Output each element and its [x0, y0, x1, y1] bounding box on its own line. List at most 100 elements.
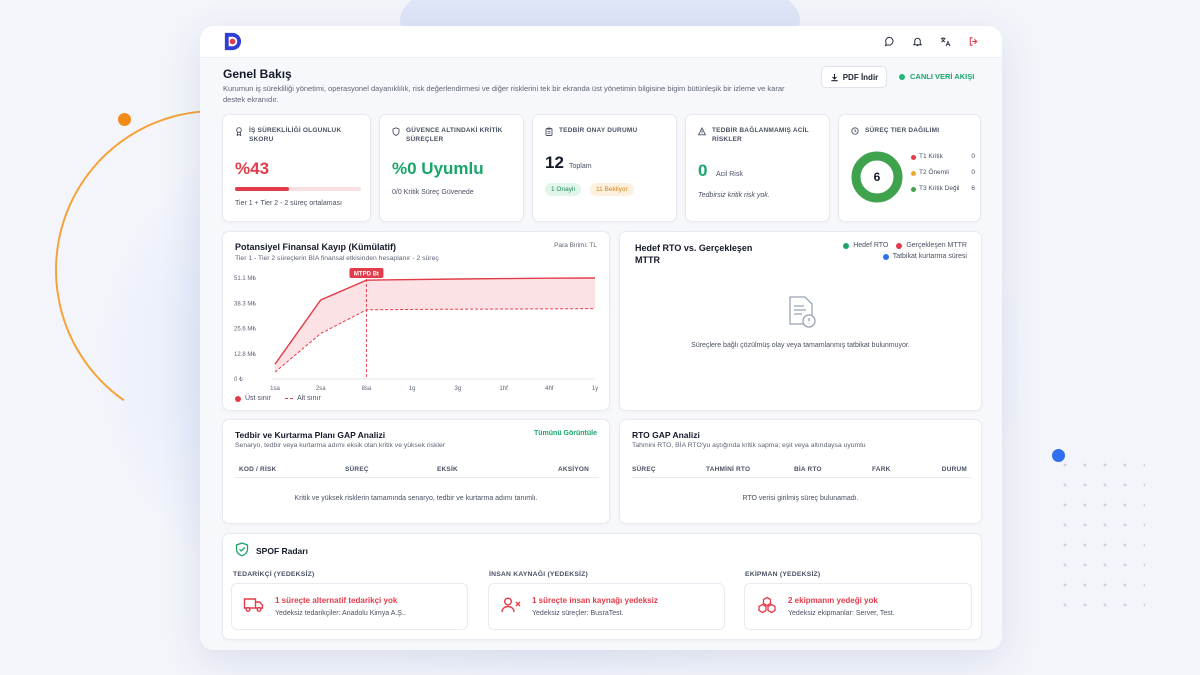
y-tick-label: 38.3 M₺ — [234, 300, 256, 307]
tier-donut-chart: 6 — [851, 151, 903, 203]
chat-icon[interactable] — [882, 34, 896, 48]
spof-equipment-headline: 2 ekipmanın yedeği yok — [788, 596, 878, 605]
rto-col-process: SÜREÇ — [632, 466, 656, 473]
kpi-tier-card[interactable]: SÜREÇ TIER DAĞILIMI 6 T1 Kritik 0 T2 Öne… — [838, 114, 981, 222]
kpi-unlinked-count-label: Acil Risk — [716, 171, 743, 178]
boxes-icon — [758, 596, 776, 614]
x-tick-label: 1sa — [270, 386, 280, 392]
waiting-badge: 11 Bekliyor — [590, 183, 634, 196]
kpi-approval-title: TEDBİR ONAY DURUMU — [559, 127, 638, 134]
gap-col-code: KOD / RİSK — [239, 466, 277, 473]
gap-table-empty-text: Kritik ve yüksek risklerin tamamında sen… — [294, 495, 538, 502]
rto-mttr-legend: Hedef RTO Gerçekleşen MTTR Tatbikat kurt… — [807, 242, 967, 264]
kpi-assurance-value: %0 Uyumlu — [392, 159, 484, 178]
kpi-unlinked-note: Tedbirsiz kritik risk yok. — [698, 192, 770, 199]
decor-dot-grid — [1055, 455, 1145, 620]
kpi-continuity-card[interactable]: İŞ SÜREKLİLİĞİ OLGUNLUK SKORU %43 Tier 1… — [222, 114, 371, 222]
gap-analysis-card: Tedbir ve Kurtarma Planı GAP Analizi Sen… — [222, 419, 610, 524]
legend-lower-label: Alt sınır — [297, 395, 321, 402]
user-x-icon — [501, 597, 521, 613]
finance-band-area — [275, 278, 595, 373]
spof-equipment-label: EKİPMAN (YEDEKSİZ) — [745, 571, 821, 578]
gap-table-header: KOD / RİSK SÜREÇ EKSİK AKSİYON — [235, 466, 599, 478]
kpi-assurance-note: 0/0 Kritik Süreç Güvenede — [392, 189, 474, 196]
shield-icon — [392, 127, 400, 136]
live-data-label: CANLI VERİ AKIŞI — [910, 72, 975, 81]
x-tick-label: 1hf — [499, 386, 508, 392]
y-tick-label: 25.6 M₺ — [234, 326, 256, 333]
legend-mttr-dot-icon — [896, 242, 903, 249]
rto-col-status: DURUM — [941, 466, 967, 473]
dashboard-window: Genel Bakış Kurumun iş sürekliliği yönet… — [200, 26, 1002, 650]
rto-col-bia: BİA RTO — [794, 466, 822, 473]
tier-legend-t1: T1 Kritik 0 — [911, 153, 975, 161]
x-tick-label: 1y — [592, 386, 598, 392]
rto-gap-card: RTO GAP Analizi Tahmini RTO, BİA RTO'yu … — [619, 419, 982, 524]
mtpd-marker-label: MTPD Bt — [354, 271, 379, 277]
tier-legend-t3: T3 Kritik Değil 6 — [911, 185, 975, 193]
rto-table-header: SÜREÇ TAHMİNİ RTO BİA RTO FARK DURUM — [632, 466, 971, 478]
top-bar — [200, 26, 1002, 58]
x-tick-label: 8sa — [362, 386, 372, 392]
legend-lower-dash-icon — [285, 398, 294, 399]
x-tick-label: 2sa — [316, 386, 326, 392]
x-tick-label: 3g — [455, 386, 462, 392]
rto-mttr-card: Hedef RTO vs. Gerçekleşen MTTR Hedef RTO… — [619, 231, 982, 411]
spof-hr-detail: Yedeksiz süreçler: BusraTest. — [532, 610, 624, 617]
spof-hr-headline: 1 süreçte insan kaynağı yedeksiz — [532, 596, 658, 605]
live-data-indicator: CANLI VERİ AKIŞI — [899, 72, 974, 81]
spof-equipment-box[interactable]: 2 ekipmanın yedeği yok Yedeksiz ekipmanl… — [744, 583, 972, 630]
rto-gap-title: RTO GAP Analizi — [632, 430, 700, 440]
legend-upper-label: Üst sınır — [245, 395, 272, 402]
kpi-continuity-progress — [235, 187, 361, 191]
app-logo[interactable] — [222, 31, 243, 52]
gap-col-action: AKSİYON — [557, 466, 589, 473]
live-dot-icon — [899, 73, 905, 80]
kpi-unlinked-count: 0 — [698, 161, 708, 180]
gap-col-missing: EKSİK — [437, 466, 458, 473]
clock-icon — [851, 127, 859, 135]
pdf-download-label: PDF İndir — [842, 72, 879, 82]
pdf-download-button[interactable]: PDF İndir — [821, 66, 887, 88]
legend-upper-dot-icon — [235, 395, 241, 402]
view-all-link[interactable]: Tümünü Görüntüle — [534, 430, 597, 437]
page-subtitle: Kurumun iş sürekliliği yönetimi, operasy… — [223, 84, 785, 104]
finance-area-chart: MTPD Bt 0 ₺ 12.8 M₺ 25.6 M₺ 38.3 M₺ 51.1 M₺ 1s… — [234, 268, 598, 392]
spof-supplier-box[interactable]: 1 süreçte alternatif tedarikçi yok Yedek… — [231, 583, 468, 630]
approved-badge: 1 Onaylı — [545, 183, 582, 196]
kpi-approval-count: 12 — [545, 153, 564, 172]
y-tick-label: 51.1 M₺ — [234, 275, 256, 282]
kpi-continuity-note: Tier 1 + Tier 2 - 2 süreç ortalaması — [235, 200, 342, 207]
kpi-unlinked-card[interactable]: TEDBİR BAĞLANMAMIŞ ACİL RİSKLER 0 Acil R… — [685, 114, 830, 222]
y-tick-label: 12.8 M₺ — [234, 351, 256, 358]
gap-col-process: SÜREÇ — [345, 466, 369, 473]
kpi-assurance-title: GÜVENCE ALTINDAKİ KRİTİK SÜREÇLER — [406, 127, 503, 143]
gap-analysis-title: Tedbir ve Kurtarma Planı GAP Analizi — [235, 430, 386, 440]
finance-chart-card: Potansiyel Finansal Kayıp (Kümülatif) Ti… — [222, 231, 610, 411]
clipboard-icon — [545, 127, 553, 136]
rto-mttr-title: Hedef RTO vs. Gerçekleşen MTTR — [635, 243, 753, 265]
spof-hr-box[interactable]: 1 süreçte insan kaynağı yedeksiz Yedeksi… — [488, 583, 725, 630]
translate-icon[interactable] — [938, 34, 952, 48]
kpi-unlinked-title: TEDBİR BAĞLANMAMIŞ ACİL RİSKLER — [712, 127, 809, 143]
kpi-tier-title: SÜREÇ TIER DAĞILIMI — [865, 127, 940, 134]
kpi-assurance-card[interactable]: GÜVENCE ALTINDAKİ KRİTİK SÜREÇLER %0 Uyu… — [379, 114, 524, 222]
y-tick-label: 0 ₺ — [234, 376, 243, 383]
kpi-approval-count-label: Toplam — [569, 163, 592, 170]
tier-donut-total: 6 — [874, 170, 881, 184]
spof-radar-title: SPOF Radarı — [256, 546, 308, 556]
kpi-continuity-value: %43 — [235, 159, 270, 178]
spof-supplier-headline: 1 süreçte alternatif tedarikçi yok — [275, 596, 398, 605]
truck-icon — [243, 598, 264, 612]
x-tick-label: 1g — [409, 386, 416, 392]
tier-legend-t2: T2 Önemli 0 — [911, 169, 975, 177]
document-alert-icon — [789, 296, 816, 328]
kpi-approval-card[interactable]: TEDBİR ONAY DURUMU 12 Toplam 1 Onaylı 11… — [532, 114, 677, 222]
x-tick-label: 4hf — [545, 386, 554, 392]
rto-col-diff: FARK — [872, 466, 891, 473]
rto-col-estimated: TAHMİNİ RTO — [706, 466, 751, 473]
bell-icon[interactable] — [910, 34, 924, 48]
warning-icon — [698, 127, 706, 136]
decor-dot-orange — [118, 113, 131, 126]
logout-icon[interactable] — [966, 34, 980, 48]
